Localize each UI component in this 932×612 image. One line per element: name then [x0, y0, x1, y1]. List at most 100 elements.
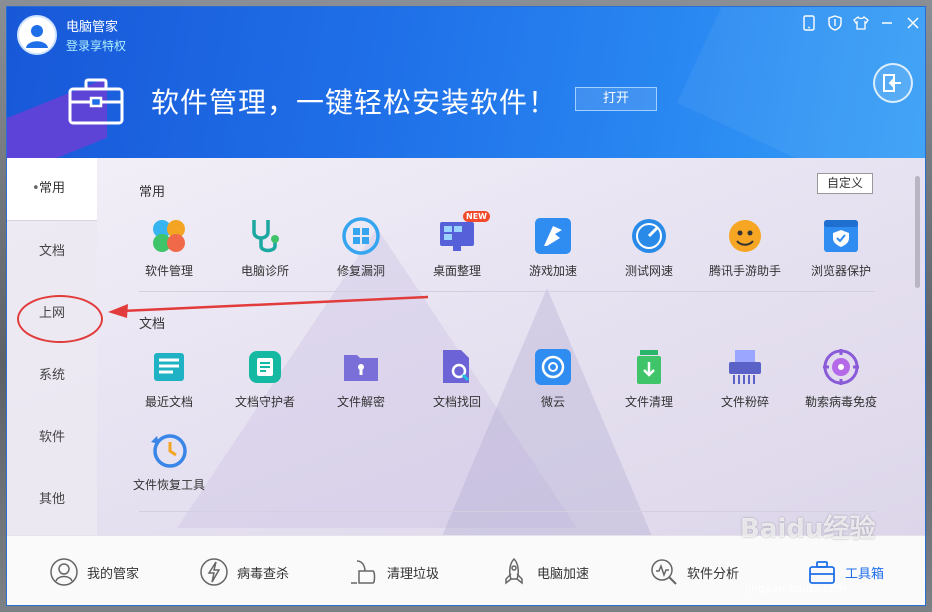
shield-icon[interactable] — [827, 15, 843, 36]
tile-recent-docs[interactable]: 最近文档 — [121, 347, 217, 410]
minimize-icon[interactable] — [879, 16, 895, 35]
tile-browser-protect[interactable]: 浏览器保护 — [793, 216, 889, 279]
exit-toolbox-button[interactable] — [873, 63, 913, 103]
bottom-nav: 我的管家 病毒查杀 清理垃圾 电脑加速 软件分析 工具箱 — [7, 535, 925, 605]
tile-ransomware-immune[interactable]: 勒索病毒免疫 — [793, 347, 889, 410]
tile-doc-guardian[interactable]: 文档守护者 — [217, 347, 313, 410]
manager-icon — [50, 558, 78, 586]
trash-doc-icon — [629, 347, 669, 387]
shredder-icon — [725, 347, 765, 387]
sidebar-item-system[interactable]: 系统 — [7, 345, 97, 407]
folder-lock-icon — [341, 347, 381, 387]
game-boost-icon — [533, 216, 573, 256]
tile-label: 浏览器保护 — [810, 264, 871, 278]
main-area: 常用 文档 上网 系统 软件 其他 常用 自定义 — [7, 158, 925, 535]
section-divider — [139, 291, 875, 292]
sidebar-item-documents[interactable]: 文档 — [7, 221, 97, 283]
section-title-documents: 文档 — [139, 317, 166, 332]
rocket-icon — [505, 557, 523, 585]
tile-label: 游戏加速 — [528, 264, 577, 278]
scrollbar[interactable] — [915, 176, 920, 288]
nav-pc-accelerate[interactable]: 电脑加速 — [499, 554, 589, 590]
cloud-icon — [533, 347, 573, 387]
app-window: 电脑管家 登录享特权 软件管理，一键轻松安装软件！ 打开 • 常用 文档 上网 … — [6, 6, 926, 606]
tile-label: 文件解密 — [336, 395, 385, 409]
tile-label: 文件恢复工具 — [132, 478, 205, 492]
tile-label: 勒索病毒免疫 — [804, 395, 877, 409]
doc-guardian-icon — [245, 347, 285, 387]
tile-label: 最近文档 — [144, 395, 193, 409]
tile-desktop-organize[interactable]: NEW 桌面整理 — [409, 211, 505, 279]
tile-file-restore-tool[interactable]: 文件恢复工具 — [121, 430, 217, 493]
tile-label: 文件清理 — [624, 395, 673, 409]
doc-search-icon — [437, 347, 477, 387]
nav-toolbox[interactable]: 工具箱 — [807, 554, 884, 590]
tile-fix-vulnerability[interactable]: 修复漏洞 — [313, 216, 409, 279]
red-circle-annotation — [17, 295, 103, 343]
tile-label: 软件管理 — [144, 264, 193, 278]
vacuum-icon — [351, 560, 376, 584]
tile-pc-clinic[interactable]: 电脑诊所 — [217, 216, 313, 279]
new-badge: NEW — [463, 211, 490, 222]
nav-label: 我的管家 — [87, 566, 140, 582]
login-link[interactable]: 登录享特权 — [66, 37, 126, 54]
tile-doc-recover[interactable]: 文档找回 — [409, 347, 505, 410]
category-sidebar: 常用 文档 上网 系统 软件 其他 — [7, 158, 97, 535]
nav-clean-junk[interactable]: 清理垃圾 — [347, 554, 439, 590]
avatar[interactable] — [17, 15, 57, 55]
tools-panel: 常用 自定义 软件管理 电脑诊所 修复漏洞 NEW 桌面整理 游戏加速 测试网速… — [97, 158, 917, 535]
window-controls — [801, 15, 921, 36]
analysis-icon — [651, 559, 677, 585]
stethoscope-icon — [245, 216, 285, 256]
app-title: 电脑管家 — [66, 20, 119, 35]
tile-speed-test[interactable]: 测试网速 — [601, 216, 697, 279]
nav-virus-scan[interactable]: 病毒查杀 — [199, 554, 289, 590]
tile-label: 文档找回 — [432, 395, 481, 409]
clover-icon — [149, 216, 189, 256]
header-banner: 电脑管家 登录享特权 软件管理，一键轻松安装软件！ 打开 — [7, 7, 925, 158]
clock-restore-icon — [149, 430, 189, 470]
desktop-icon — [437, 216, 477, 256]
section-divider — [139, 511, 875, 512]
tile-weiyun[interactable]: 微云 — [505, 347, 601, 410]
tile-mobile-game-assistant[interactable]: 腾讯手游助手 — [697, 216, 793, 279]
tile-file-clean[interactable]: 文件清理 — [601, 347, 697, 410]
section-title-common: 常用 — [139, 185, 166, 200]
nav-label: 软件分析 — [687, 566, 740, 582]
windows-repair-icon — [341, 216, 381, 256]
tile-label: 测试网速 — [624, 264, 673, 278]
speedometer-icon — [629, 216, 669, 256]
phone-icon[interactable] — [801, 15, 817, 36]
sidebar-item-common[interactable]: 常用 — [7, 158, 97, 220]
tile-label: 桌面整理 — [432, 264, 481, 278]
game-assistant-icon — [725, 216, 765, 256]
tile-label: 电脑诊所 — [240, 264, 289, 278]
tile-label: 文件粉碎 — [720, 395, 769, 409]
virus-target-icon — [821, 347, 861, 387]
tile-file-shred[interactable]: 文件粉碎 — [697, 347, 793, 410]
toolbox-icon — [67, 77, 125, 131]
sidebar-item-software[interactable]: 软件 — [7, 407, 97, 469]
open-button[interactable]: 打开 — [575, 87, 657, 111]
nav-my-manager[interactable]: 我的管家 — [49, 554, 139, 590]
tile-software-manager[interactable]: 软件管理 — [121, 216, 217, 279]
shirt-icon[interactable] — [853, 16, 869, 35]
user-icon — [26, 25, 48, 48]
browser-shield-icon — [821, 216, 861, 256]
exit-icon — [883, 74, 901, 92]
tile-label: 腾讯手游助手 — [708, 264, 781, 278]
tile-label: 文档守护者 — [234, 395, 295, 409]
recent-docs-icon — [149, 347, 189, 387]
tile-label: 微云 — [540, 395, 565, 409]
customize-button[interactable]: 自定义 — [817, 173, 873, 194]
nav-label: 病毒查杀 — [237, 566, 290, 582]
tile-label: 修复漏洞 — [336, 264, 385, 278]
sidebar-item-other[interactable]: 其他 — [7, 469, 97, 531]
nav-label: 电脑加速 — [537, 566, 590, 582]
tile-game-accelerate[interactable]: 游戏加速 — [505, 216, 601, 279]
close-icon[interactable] — [905, 16, 921, 35]
banner-title: 软件管理，一键轻松安装软件！ — [151, 86, 558, 119]
toolbox-nav-icon — [809, 561, 835, 584]
tile-file-decrypt[interactable]: 文件解密 — [313, 347, 409, 410]
nav-software-analysis[interactable]: 软件分析 — [649, 554, 739, 590]
